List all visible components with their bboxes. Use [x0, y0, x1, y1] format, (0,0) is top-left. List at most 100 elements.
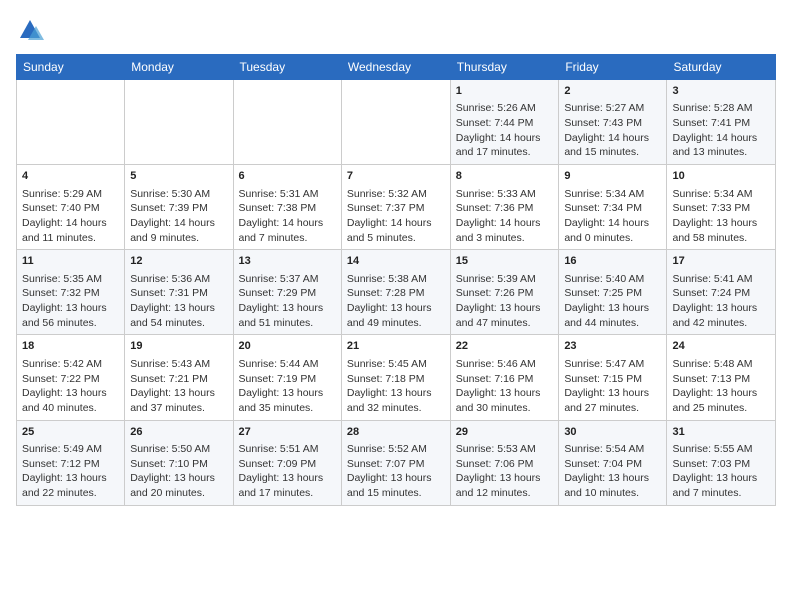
- cell-content: Sunrise: 5:38 AM Sunset: 7:28 PM Dayligh…: [347, 272, 445, 331]
- cell-content: Sunrise: 5:33 AM Sunset: 7:36 PM Dayligh…: [456, 187, 554, 246]
- day-number: 22: [456, 339, 554, 354]
- cell-content: Sunrise: 5:46 AM Sunset: 7:16 PM Dayligh…: [456, 357, 554, 416]
- day-number: 23: [564, 339, 661, 354]
- cell-content: Sunrise: 5:34 AM Sunset: 7:33 PM Dayligh…: [672, 187, 770, 246]
- calendar-week-row: 4 Sunrise: 5:29 AM Sunset: 7:40 PM Daylig…: [17, 165, 776, 250]
- day-number: 29: [456, 425, 554, 440]
- cell-content: Sunrise: 5:55 AM Sunset: 7:03 PM Dayligh…: [672, 442, 770, 501]
- day-number: 12: [130, 254, 227, 269]
- calendar-cell: 27 Sunrise: 5:51 AM Sunset: 7:09 PM Dayli…: [233, 420, 341, 505]
- cell-content: Sunrise: 5:45 AM Sunset: 7:18 PM Dayligh…: [347, 357, 445, 416]
- calendar-cell: 2 Sunrise: 5:27 AM Sunset: 7:43 PM Daylig…: [559, 80, 667, 165]
- day-number: 14: [347, 254, 445, 269]
- calendar-week-row: 18Sunrise: 5:42 AM Sunset: 7:22 PM Dayli…: [17, 335, 776, 420]
- cell-content: Sunrise: 5:35 AM Sunset: 7:32 PM Dayligh…: [22, 272, 119, 331]
- day-number: 19: [130, 339, 227, 354]
- calendar-cell: 30Sunrise: 5:54 AM Sunset: 7:04 PM Dayli…: [559, 420, 667, 505]
- day-number: 24: [672, 339, 770, 354]
- column-header-saturday: Saturday: [667, 55, 776, 80]
- logo: [16, 16, 46, 44]
- calendar-cell: 31 Sunrise: 5:55 AM Sunset: 7:03 PM Dayli…: [667, 420, 776, 505]
- day-number: 13: [239, 254, 336, 269]
- calendar-cell: 21 Sunrise: 5:45 AM Sunset: 7:18 PM Dayli…: [341, 335, 450, 420]
- calendar-cell: 16Sunrise: 5:40 AM Sunset: 7:25 PM Dayli…: [559, 250, 667, 335]
- calendar-cell: [125, 80, 233, 165]
- day-number: 11: [22, 254, 119, 269]
- day-number: 17: [672, 254, 770, 269]
- cell-content: Sunrise: 5:47 AM Sunset: 7:15 PM Dayligh…: [564, 357, 661, 416]
- cell-content: Sunrise: 5:32 AM Sunset: 7:37 PM Dayligh…: [347, 187, 445, 246]
- column-header-wednesday: Wednesday: [341, 55, 450, 80]
- calendar-cell: 24 Sunrise: 5:48 AM Sunset: 7:13 PM Dayli…: [667, 335, 776, 420]
- calendar-cell: 6Sunrise: 5:31 AM Sunset: 7:38 PM Daylig…: [233, 165, 341, 250]
- cell-content: Sunrise: 5:44 AM Sunset: 7:19 PM Dayligh…: [239, 357, 336, 416]
- calendar-cell: 4 Sunrise: 5:29 AM Sunset: 7:40 PM Daylig…: [17, 165, 125, 250]
- day-number: 9: [564, 169, 661, 184]
- cell-content: Sunrise: 5:41 AM Sunset: 7:24 PM Dayligh…: [672, 272, 770, 331]
- calendar-cell: [17, 80, 125, 165]
- calendar-table: SundayMondayTuesdayWednesdayThursdayFrid…: [16, 54, 776, 506]
- column-header-friday: Friday: [559, 55, 667, 80]
- cell-content: Sunrise: 5:52 AM Sunset: 7:07 PM Dayligh…: [347, 442, 445, 501]
- page-header: [16, 16, 776, 44]
- calendar-cell: 18Sunrise: 5:42 AM Sunset: 7:22 PM Dayli…: [17, 335, 125, 420]
- calendar-cell: 3 Sunrise: 5:28 AM Sunset: 7:41 PM Daylig…: [667, 80, 776, 165]
- cell-content: Sunrise: 5:49 AM Sunset: 7:12 PM Dayligh…: [22, 442, 119, 501]
- calendar-cell: 15 Sunrise: 5:39 AM Sunset: 7:26 PM Dayli…: [450, 250, 559, 335]
- calendar-cell: 5Sunrise: 5:30 AM Sunset: 7:39 PM Daylig…: [125, 165, 233, 250]
- column-header-thursday: Thursday: [450, 55, 559, 80]
- calendar-cell: 1 Sunrise: 5:26 AM Sunset: 7:44 PM Daylig…: [450, 80, 559, 165]
- cell-content: Sunrise: 5:43 AM Sunset: 7:21 PM Dayligh…: [130, 357, 227, 416]
- calendar-cell: 22 Sunrise: 5:46 AM Sunset: 7:16 PM Dayli…: [450, 335, 559, 420]
- cell-content: Sunrise: 5:37 AM Sunset: 7:29 PM Dayligh…: [239, 272, 336, 331]
- cell-content: Sunrise: 5:36 AM Sunset: 7:31 PM Dayligh…: [130, 272, 227, 331]
- day-number: 5: [130, 169, 227, 184]
- day-number: 31: [672, 425, 770, 440]
- column-header-tuesday: Tuesday: [233, 55, 341, 80]
- calendar-cell: 13 Sunrise: 5:37 AM Sunset: 7:29 PM Dayli…: [233, 250, 341, 335]
- day-number: 3: [672, 84, 770, 99]
- day-number: 7: [347, 169, 445, 184]
- calendar-cell: 14 Sunrise: 5:38 AM Sunset: 7:28 PM Dayli…: [341, 250, 450, 335]
- day-number: 10: [672, 169, 770, 184]
- calendar-week-row: 25Sunrise: 5:49 AM Sunset: 7:12 PM Dayli…: [17, 420, 776, 505]
- day-number: 28: [347, 425, 445, 440]
- day-number: 8: [456, 169, 554, 184]
- day-number: 1: [456, 84, 554, 99]
- column-header-sunday: Sunday: [17, 55, 125, 80]
- calendar-cell: 11 Sunrise: 5:35 AM Sunset: 7:32 PM Dayli…: [17, 250, 125, 335]
- calendar-cell: 9 Sunrise: 5:34 AM Sunset: 7:34 PM Daylig…: [559, 165, 667, 250]
- cell-content: Sunrise: 5:26 AM Sunset: 7:44 PM Dayligh…: [456, 101, 554, 160]
- day-number: 27: [239, 425, 336, 440]
- cell-content: Sunrise: 5:48 AM Sunset: 7:13 PM Dayligh…: [672, 357, 770, 416]
- calendar-week-row: 11 Sunrise: 5:35 AM Sunset: 7:32 PM Dayli…: [17, 250, 776, 335]
- cell-content: Sunrise: 5:29 AM Sunset: 7:40 PM Dayligh…: [22, 187, 119, 246]
- cell-content: Sunrise: 5:51 AM Sunset: 7:09 PM Dayligh…: [239, 442, 336, 501]
- day-number: 21: [347, 339, 445, 354]
- day-number: 30: [564, 425, 661, 440]
- calendar-cell: 23 Sunrise: 5:47 AM Sunset: 7:15 PM Dayli…: [559, 335, 667, 420]
- cell-content: Sunrise: 5:50 AM Sunset: 7:10 PM Dayligh…: [130, 442, 227, 501]
- calendar-cell: 29 Sunrise: 5:53 AM Sunset: 7:06 PM Dayli…: [450, 420, 559, 505]
- cell-content: Sunrise: 5:34 AM Sunset: 7:34 PM Dayligh…: [564, 187, 661, 246]
- day-number: 16: [564, 254, 661, 269]
- day-number: 15: [456, 254, 554, 269]
- calendar-cell: 26Sunrise: 5:50 AM Sunset: 7:10 PM Dayli…: [125, 420, 233, 505]
- calendar-cell: [341, 80, 450, 165]
- calendar-cell: 7 Sunrise: 5:32 AM Sunset: 7:37 PM Daylig…: [341, 165, 450, 250]
- cell-content: Sunrise: 5:53 AM Sunset: 7:06 PM Dayligh…: [456, 442, 554, 501]
- calendar-cell: 25Sunrise: 5:49 AM Sunset: 7:12 PM Dayli…: [17, 420, 125, 505]
- cell-content: Sunrise: 5:27 AM Sunset: 7:43 PM Dayligh…: [564, 101, 661, 160]
- calendar-cell: 28 Sunrise: 5:52 AM Sunset: 7:07 PM Dayli…: [341, 420, 450, 505]
- cell-content: Sunrise: 5:39 AM Sunset: 7:26 PM Dayligh…: [456, 272, 554, 331]
- day-number: 4: [22, 169, 119, 184]
- calendar-cell: 12 Sunrise: 5:36 AM Sunset: 7:31 PM Dayli…: [125, 250, 233, 335]
- calendar-cell: 20Sunrise: 5:44 AM Sunset: 7:19 PM Dayli…: [233, 335, 341, 420]
- calendar-cell: 19 Sunrise: 5:43 AM Sunset: 7:21 PM Dayli…: [125, 335, 233, 420]
- day-number: 2: [564, 84, 661, 99]
- calendar-cell: 17 Sunrise: 5:41 AM Sunset: 7:24 PM Dayli…: [667, 250, 776, 335]
- cell-content: Sunrise: 5:28 AM Sunset: 7:41 PM Dayligh…: [672, 101, 770, 160]
- calendar-cell: [233, 80, 341, 165]
- calendar-header-row: SundayMondayTuesdayWednesdayThursdayFrid…: [17, 55, 776, 80]
- cell-content: Sunrise: 5:31 AM Sunset: 7:38 PM Dayligh…: [239, 187, 336, 246]
